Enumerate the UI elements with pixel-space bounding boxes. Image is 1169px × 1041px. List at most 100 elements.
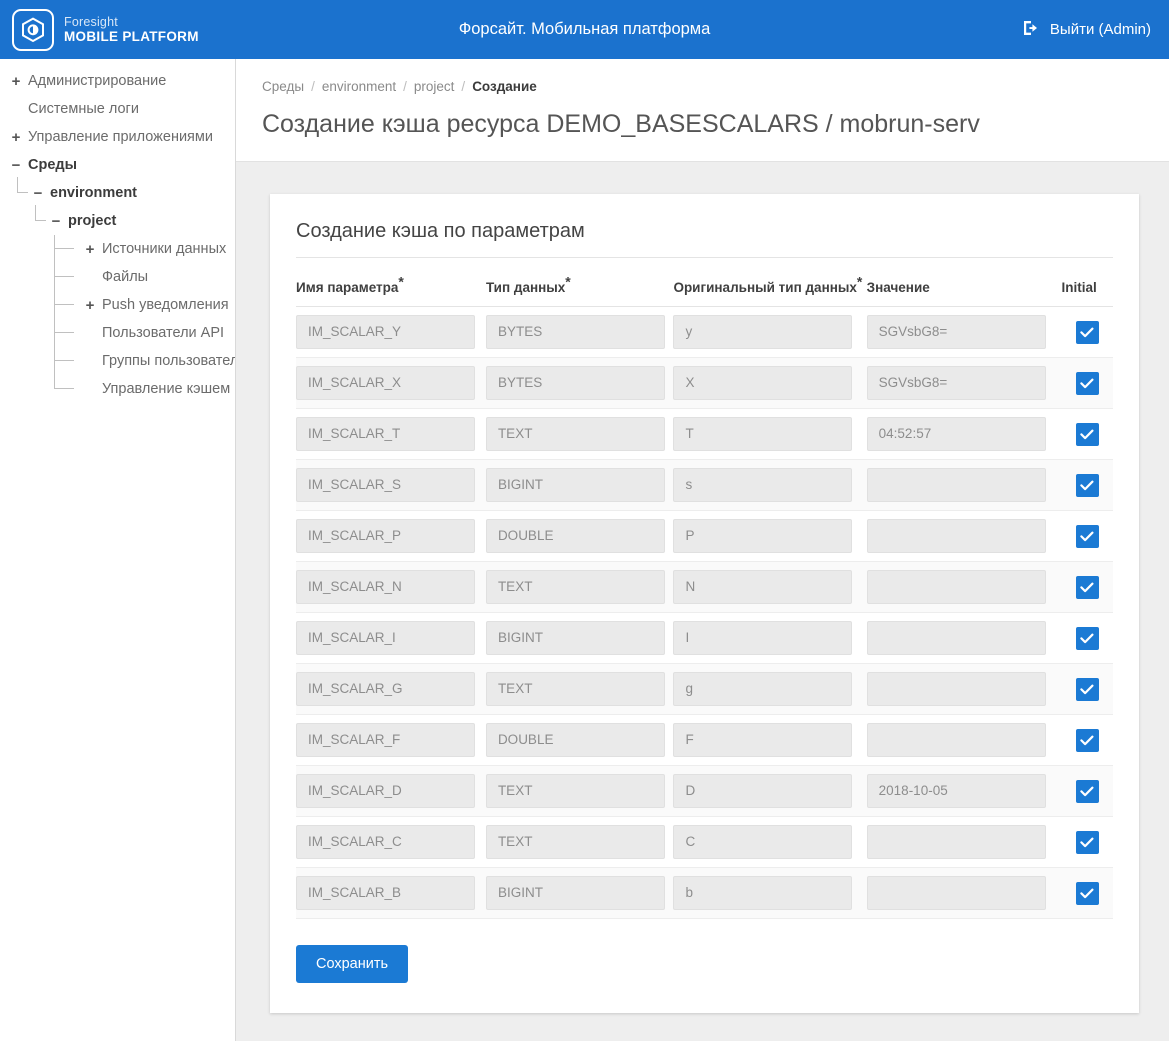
value-input[interactable] [866,570,1046,604]
parameter-name-input[interactable]: IM_SCALAR_C [296,825,475,859]
sidebar-item-4[interactable]: − environment [0,177,235,207]
initial-checkbox[interactable] [1075,728,1099,752]
parameter-name-input[interactable]: IM_SCALAR_N [296,570,475,604]
parameters-table: Имя параметра* Тип данных* Оригинальный ти… [296,274,1113,919]
expand-plus-icon[interactable]: + [82,241,98,258]
breadcrumb-link-2[interactable]: project [414,79,455,94]
initial-checkbox[interactable] [1075,422,1099,446]
parameter-name-input[interactable]: IM_SCALAR_I [296,621,475,655]
data-type-input[interactable]: BIGINT [485,621,665,655]
value-input[interactable] [866,723,1046,757]
value-input[interactable] [866,672,1046,706]
data-type-input[interactable]: BIGINT [485,468,665,502]
original-data-type-input[interactable]: D [673,774,853,808]
sidebar-item-9[interactable]: +Пользователи API [0,319,235,347]
data-type-input-cell: TEXT [485,408,674,460]
save-button[interactable]: Сохранить [296,945,409,983]
original-data-type-input[interactable]: F [673,723,853,757]
card-title: Создание кэша по параметрам [296,220,1113,258]
data-type-input[interactable]: DOUBLE [485,519,665,553]
initial-checkbox-cell [1061,357,1113,409]
data-type-input[interactable]: BYTES [485,315,665,349]
initial-checkbox[interactable] [1075,575,1099,599]
value-input[interactable] [866,621,1046,655]
initial-checkbox[interactable] [1075,473,1099,497]
parameter-name-input[interactable]: IM_SCALAR_Y [296,315,475,349]
original-data-type-input[interactable]: C [673,825,853,859]
value-input[interactable]: 04:52:57 [866,417,1046,451]
parameter-name-input-cell: IM_SCALAR_C [296,816,486,868]
parameter-name-input[interactable]: IM_SCALAR_S [296,468,475,502]
data-type-input[interactable]: TEXT [485,825,665,859]
value-input-cell: SGVsbG8= [866,357,1062,409]
data-type-input[interactable]: BIGINT [485,876,665,910]
sidebar-item-3[interactable]: − Среды [0,151,235,179]
collapse-minus-icon[interactable]: − [30,185,46,202]
value-input[interactable] [866,825,1046,859]
parameter-name-input[interactable]: IM_SCALAR_F [296,723,475,757]
parameter-name-input[interactable]: IM_SCALAR_D [296,774,475,808]
sidebar-item-2[interactable]: + Управление приложениями [0,123,235,151]
original-data-type-input[interactable]: s [673,468,853,502]
collapse-minus-icon[interactable]: − [8,157,24,174]
original-data-type-input[interactable]: T [673,417,853,451]
cache-creation-card: Создание кэша по параметрам Имя параметр… [270,194,1139,1013]
data-type-input[interactable]: TEXT [485,672,665,706]
expand-plus-icon[interactable]: + [8,73,24,90]
initial-checkbox[interactable] [1075,626,1099,650]
sidebar-item-10[interactable]: +Группы пользователей [0,347,235,375]
value-input[interactable] [866,876,1046,910]
parameter-name-input[interactable]: IM_SCALAR_B [296,876,475,910]
parameter-name-input[interactable]: IM_SCALAR_G [296,672,475,706]
sidebar-item-11[interactable]: +Управление кэшем [0,375,235,403]
data-type-input[interactable]: TEXT [485,570,665,604]
data-type-input-cell: DOUBLE [485,510,674,562]
sidebar-item-8[interactable]: + Push уведомления [0,291,235,319]
initial-checkbox[interactable] [1075,677,1099,701]
brand-logo-block[interactable]: Foresight MOBILE PLATFORM [12,8,199,51]
breadcrumb: Среды / environment / project / Создание [262,79,1143,94]
initial-checkbox[interactable] [1075,881,1099,905]
data-type-input-cell: TEXT [485,663,674,715]
original-data-type-input[interactable]: I [673,621,853,655]
initial-checkbox[interactable] [1075,524,1099,548]
sidebar-item-1[interactable]: +Системные логи [0,95,235,123]
original-data-type-input[interactable]: N [673,570,853,604]
original-data-type-input[interactable]: X [673,366,853,400]
expand-plus-icon[interactable]: + [8,129,24,146]
expand-plus-icon[interactable]: + [82,297,98,314]
breadcrumb-link-0[interactable]: Среды [262,79,304,94]
data-type-input[interactable]: BYTES [485,366,665,400]
sidebar-item-5[interactable]: − project [0,205,235,235]
initial-checkbox[interactable] [1075,371,1099,395]
parameter-name-input[interactable]: IM_SCALAR_X [296,366,475,400]
collapse-minus-icon[interactable]: − [48,213,64,230]
column-header-2: Оригинальный тип данных* [673,274,867,307]
initial-checkbox[interactable] [1075,320,1099,344]
parameter-name-input[interactable]: IM_SCALAR_T [296,417,475,451]
value-input[interactable] [866,468,1046,502]
data-type-input[interactable]: TEXT [485,774,665,808]
initial-checkbox[interactable] [1075,830,1099,854]
value-input[interactable]: SGVsbG8= [866,315,1046,349]
sidebar-item-6[interactable]: + Источники данных [0,235,235,263]
original-data-type-input[interactable]: g [673,672,853,706]
column-header-0: Имя параметра* [296,274,486,307]
breadcrumb-link-1[interactable]: environment [322,79,396,94]
original-data-type-input[interactable]: y [673,315,853,349]
parameter-name-input-cell: IM_SCALAR_S [296,459,486,511]
value-input[interactable]: SGVsbG8= [866,366,1046,400]
table-row: IM_SCALAR_F DOUBLE F [296,714,1113,766]
column-header-3: Значение [866,274,1062,307]
parameter-name-input[interactable]: IM_SCALAR_P [296,519,475,553]
sidebar-item-7[interactable]: +Файлы [0,263,235,291]
original-data-type-input[interactable]: P [673,519,853,553]
original-data-type-input[interactable]: b [673,876,853,910]
value-input[interactable] [866,519,1046,553]
data-type-input[interactable]: DOUBLE [485,723,665,757]
initial-checkbox[interactable] [1075,779,1099,803]
logout-button[interactable]: Выйти (Admin) [1022,0,1151,59]
data-type-input[interactable]: TEXT [485,417,665,451]
value-input[interactable]: 2018-10-05 [866,774,1046,808]
sidebar-item-0[interactable]: + Администрирование [0,67,235,95]
